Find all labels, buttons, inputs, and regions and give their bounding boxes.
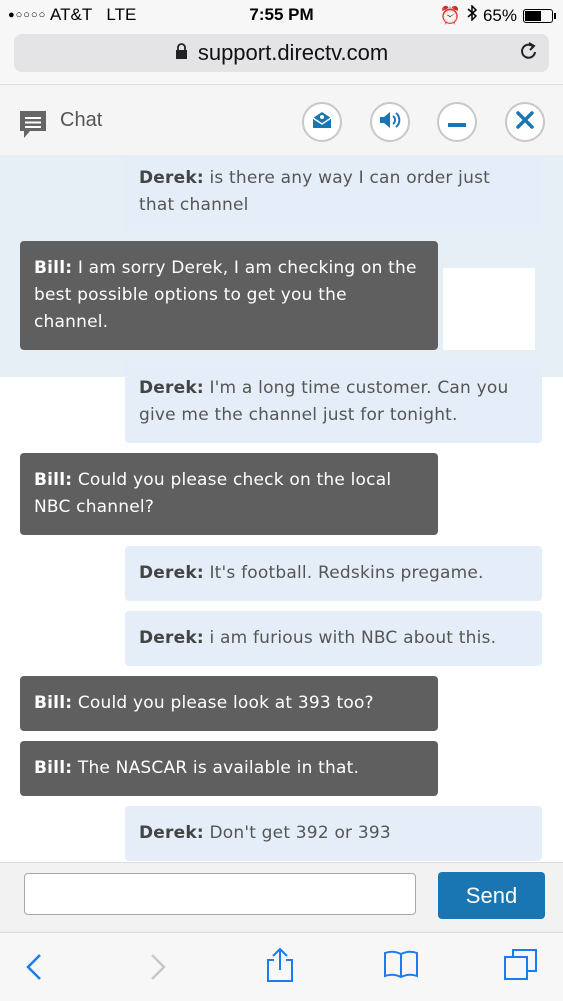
customer-message: Derek: is there any way I can order just… <box>125 155 542 231</box>
message-text: The NASCAR is available in that. <box>77 758 360 778</box>
agent-message: Bill: The NASCAR is available in that. <box>20 741 438 796</box>
chat-transcript: Derek: is there any way I can order just… <box>0 155 563 865</box>
message-sender: Bill: <box>34 470 73 490</box>
lock-icon <box>175 40 188 66</box>
url-text: support.directv.com <box>197 40 389 65</box>
message-text: Could you please check on the local NBC … <box>34 470 392 517</box>
alarm-icon: ⏰ <box>439 5 461 25</box>
battery-fill <box>525 10 541 21</box>
message-sender: Bill: <box>34 758 73 778</box>
send-button[interactable]: Send <box>438 872 545 919</box>
message-text: I am sorry Derek, I am checking on the b… <box>34 258 417 332</box>
bookmarks-icon[interactable] <box>383 949 419 983</box>
battery-icon <box>523 8 556 23</box>
back-icon[interactable] <box>24 951 44 987</box>
message-sender: Derek: <box>139 563 204 583</box>
customer-message: Derek: I'm a long time customer. Can you… <box>125 361 542 443</box>
customer-message: Derek: It's football. Redskins pregame. <box>125 546 542 601</box>
message-text: i am furious with NBC about this. <box>209 628 497 648</box>
minimize-button[interactable] <box>437 102 477 142</box>
reload-icon[interactable] <box>519 40 539 68</box>
message-text: Could you please look at 393 too? <box>77 693 374 713</box>
chat-title: Chat <box>60 109 103 131</box>
status-bar: ●○○○○ AT&T LTE 7:55 PM ⏰ 65% <box>0 0 563 30</box>
message-text: It's football. Redskins pregame. <box>209 563 484 583</box>
email-icon <box>311 110 333 134</box>
message-sender: Bill: <box>34 258 73 278</box>
chat-header: Chat <box>0 85 563 156</box>
browser-url-area: support.directv.com <box>0 30 563 85</box>
message-input[interactable] <box>24 873 416 915</box>
message-sender: Derek: <box>139 378 204 398</box>
customer-message: Derek: i am furious with NBC about this. <box>125 611 542 666</box>
agent-message: Bill: Could you please check on the loca… <box>20 453 438 535</box>
message-sender: Bill: <box>34 693 73 713</box>
close-icon <box>515 110 535 134</box>
chat-input-bar: Send <box>0 862 563 933</box>
customer-message: Derek: Don't get 392 or 393 <box>125 806 542 861</box>
email-transcript-button[interactable] <box>302 102 342 142</box>
minimize-icon <box>447 110 467 134</box>
browser-toolbar <box>0 932 563 1001</box>
message-sender: Derek: <box>139 628 204 648</box>
close-chat-button[interactable] <box>505 102 545 142</box>
chat-bubble-icon <box>18 109 48 145</box>
sound-button[interactable] <box>370 102 410 142</box>
speaker-icon <box>378 110 402 134</box>
forward-icon[interactable] <box>148 951 168 987</box>
battery-percent: 65% <box>482 5 517 25</box>
share-icon[interactable] <box>265 947 295 987</box>
message-sender: Derek: <box>139 168 204 188</box>
message-text: Don't get 392 or 393 <box>209 823 391 843</box>
address-bar[interactable]: support.directv.com <box>14 34 549 72</box>
bluetooth-icon <box>467 4 478 26</box>
tabs-icon[interactable] <box>503 947 539 987</box>
agent-message: Bill: I am sorry Derek, I am checking on… <box>20 241 438 350</box>
agent-message: Bill: Could you please look at 393 too? <box>20 676 438 731</box>
message-sender: Derek: <box>139 823 204 843</box>
